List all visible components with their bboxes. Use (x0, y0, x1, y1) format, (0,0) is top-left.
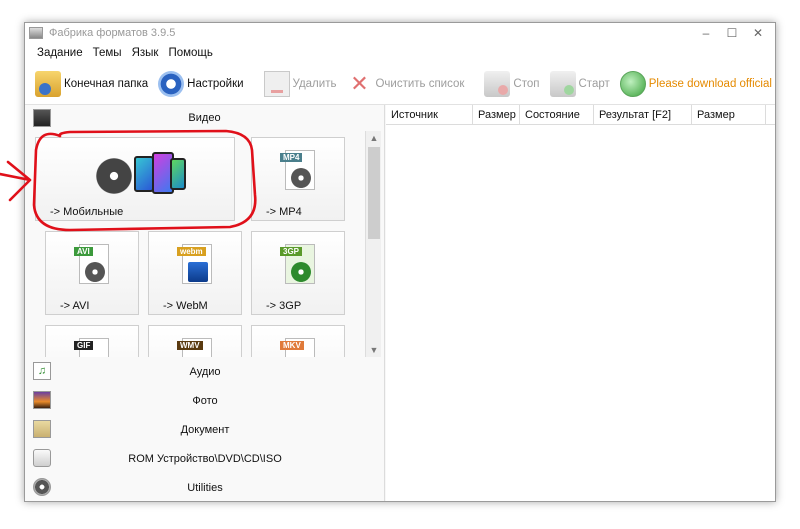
delete-button[interactable]: Удалить (263, 70, 337, 97)
tile-webm-label: -> WebM (163, 300, 208, 312)
mp4-file-icon: MP4 (280, 150, 315, 190)
gif-tag: GIF (74, 341, 94, 350)
3gp-file-icon: 3GP (280, 244, 315, 284)
webm-tag: webm (177, 247, 206, 256)
column-source[interactable]: Источник (386, 105, 473, 125)
video-format-grid: -> Мобильные MP4 -> MP4 AVI -> AVI webm (25, 131, 385, 357)
format-tile-mp4[interactable]: MP4 -> MP4 (251, 137, 345, 221)
window-title: Фабрика форматов 3.9.5 (49, 27, 176, 39)
gif-file-icon: GIF (74, 338, 109, 357)
maximize-button[interactable]: ☐ (719, 23, 745, 43)
mkv-tag: MKV (280, 341, 304, 350)
clear-icon: ✕ (350, 70, 369, 96)
tile-mobile-label: -> Мобильные (50, 206, 124, 218)
output-folder-button[interactable]: Конечная папка (35, 70, 149, 97)
category-utilities[interactable]: Utilities (25, 473, 385, 501)
tile-avi-label: -> AVI (60, 300, 90, 312)
folder-icon (35, 70, 61, 97)
settings-button[interactable]: Настройки (158, 70, 244, 97)
other-categories: ♫ Аудио Фото Документ ROM Устройство\DVD… (25, 357, 385, 501)
category-video[interactable]: Видео (25, 105, 384, 131)
tile-3gp-label: -> 3GP (266, 300, 302, 312)
column-output-size[interactable]: Размер (692, 105, 766, 125)
avi-file-icon: AVI (74, 244, 109, 284)
menu-themes[interactable]: Темы (93, 47, 122, 59)
document-icon (33, 420, 51, 438)
format-tile-webm[interactable]: webm -> WebM (148, 231, 242, 315)
clear-list-button[interactable]: ✕ Очистить список (346, 71, 464, 97)
format-tile-wmv[interactable]: WMV (148, 325, 242, 357)
format-tile-3gp[interactable]: 3GP -> 3GP (251, 231, 345, 315)
category-video-label: Видео (188, 112, 221, 124)
stop-button[interactable]: Стоп (484, 70, 540, 97)
settings-label: Настройки (187, 77, 244, 90)
category-document-label: Документ (180, 423, 230, 436)
menu-help[interactable]: Помощь (168, 47, 212, 59)
scroll-thumb[interactable] (368, 147, 380, 239)
output-folder-label: Конечная папка (64, 77, 149, 90)
download-official-link[interactable]: Please download official v (619, 70, 776, 97)
scroll-down-arrow-icon[interactable]: ▼ (366, 343, 382, 357)
format-tile-mobile[interactable]: -> Мобильные (35, 137, 235, 221)
task-list-panel: Источник Размер Состояние Результат [F2]… (386, 105, 775, 501)
menu-task[interactable]: Задание (37, 47, 83, 59)
start-icon (549, 70, 576, 97)
3gp-tag: 3GP (280, 247, 303, 256)
column-size[interactable]: Размер (473, 105, 520, 125)
stop-label: Стоп (513, 77, 540, 90)
app-icon (29, 27, 43, 39)
wmv-file-icon: WMV (177, 338, 212, 357)
start-button[interactable]: Старт (549, 70, 610, 97)
globe-search-icon (619, 70, 646, 97)
toolbar: Конечная папка Настройки Удалить ✕ Очист… (25, 63, 775, 105)
delete-label: Удалить (292, 77, 337, 90)
category-rom-label: ROM Устройство\DVD\CD\ISO (128, 452, 282, 465)
menu-bar: Задание Темы Язык Помощь (25, 43, 775, 63)
minimize-button[interactable]: – (693, 23, 719, 43)
category-document[interactable]: Документ (25, 415, 385, 444)
title-bar[interactable]: Фабрика форматов 3.9.5 – ☐ ✕ (25, 23, 775, 43)
settings-icon (158, 70, 185, 97)
close-button[interactable]: ✕ (745, 23, 771, 43)
music-note-icon: ♫ (33, 362, 51, 380)
task-table-header: Источник Размер Состояние Результат [F2]… (386, 105, 775, 125)
wmv-tag: WMV (177, 341, 203, 350)
window-controls: – ☐ ✕ (693, 23, 771, 43)
category-photo-label: Фото (192, 394, 218, 407)
format-tile-avi[interactable]: AVI -> AVI (45, 231, 139, 315)
scroll-up-arrow-icon[interactable]: ▲ (366, 131, 382, 145)
delete-icon (263, 70, 290, 97)
utilities-reel-icon (33, 478, 51, 496)
clear-list-label: Очистить список (375, 77, 465, 90)
format-tile-mkv[interactable]: MKV (251, 325, 345, 357)
mobile-devices-icon (96, 152, 186, 196)
category-rom[interactable]: ROM Устройство\DVD\CD\ISO (25, 444, 385, 473)
tile-mp4-label: -> MP4 (266, 206, 302, 218)
category-panel: Видео -> Мобильные MP4 -> MP4 AVI -> AVI… (25, 105, 385, 501)
category-audio-label: Аудио (189, 365, 221, 378)
column-status[interactable]: Состояние (520, 105, 594, 125)
film-icon (33, 109, 51, 127)
column-result[interactable]: Результат [F2] (594, 105, 692, 125)
format-tile-gif[interactable]: GIF (45, 325, 139, 357)
photo-icon (33, 391, 51, 409)
mkv-file-icon: MKV (280, 338, 315, 357)
category-photo[interactable]: Фото (25, 386, 385, 415)
start-label: Старт (578, 77, 610, 90)
category-audio[interactable]: ♫ Аудио (25, 357, 385, 386)
webm-file-icon: webm (177, 244, 212, 284)
mp4-tag: MP4 (280, 153, 303, 162)
menu-language[interactable]: Язык (132, 47, 159, 59)
app-window: Фабрика форматов 3.9.5 – ☐ ✕ Задание Тем… (24, 22, 776, 502)
category-utilities-label: Utilities (187, 481, 223, 494)
stop-icon (484, 70, 511, 97)
avi-tag: AVI (74, 247, 93, 256)
drive-icon (33, 449, 51, 467)
format-grid-scrollbar[interactable]: ▲ ▼ (365, 131, 381, 357)
download-link-text: Please download official v (648, 77, 776, 90)
